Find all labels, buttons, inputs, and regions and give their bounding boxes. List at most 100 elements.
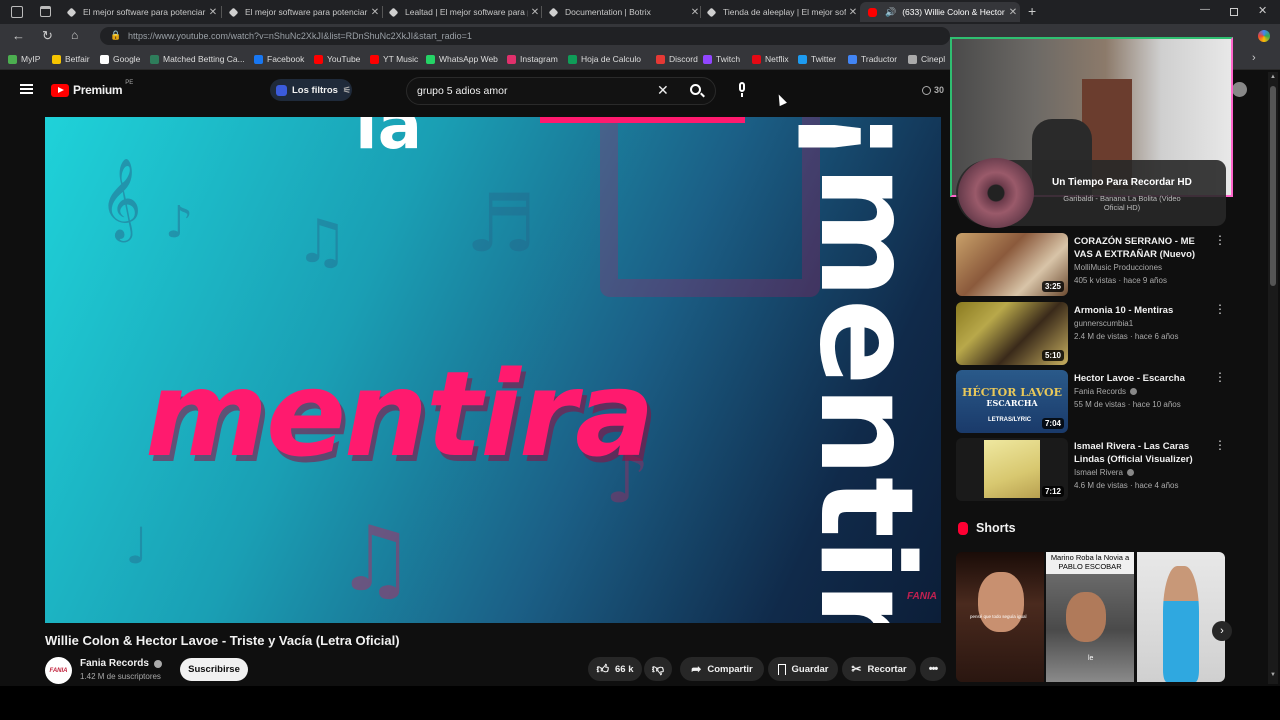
shorts-next-button[interactable]: › xyxy=(1212,621,1232,641)
extension-icon[interactable] xyxy=(1258,30,1270,42)
bookmark-label: Betfair xyxy=(65,54,90,64)
close-tab-icon[interactable]: ✕ xyxy=(206,7,220,18)
browser-tab[interactable]: Documentation | Botrix ✕ xyxy=(542,2,702,22)
browser-tab[interactable]: Lealtad | El mejor software para p ✕ xyxy=(382,2,542,22)
voice-search-icon[interactable] xyxy=(736,82,747,98)
bookmark-item[interactable]: WhatsApp Web xyxy=(426,52,498,66)
like-button[interactable]: 👍︎ 66 k xyxy=(588,657,642,681)
minimize-icon[interactable]: — xyxy=(1200,4,1210,15)
new-tab-icon[interactable]: + xyxy=(1028,3,1036,19)
tab-search-icon[interactable] xyxy=(40,6,51,17)
related-meta: 55 M de vistas · hace 10 años xyxy=(1074,400,1181,409)
more-vert-icon[interactable]: ⋮ xyxy=(1214,303,1226,315)
bookmark-item[interactable]: Twitter xyxy=(798,52,836,66)
bookmark-item[interactable]: MyIP xyxy=(8,52,40,66)
close-tab-icon[interactable]: ✕ xyxy=(528,7,542,18)
bookmark-item[interactable]: Matched Betting Ca... xyxy=(150,52,245,66)
menu-icon[interactable] xyxy=(20,84,33,94)
music-note-icon: ♪ xyxy=(165,197,194,248)
pink-frame-shape xyxy=(600,117,820,297)
bookmark-item[interactable]: Betfair xyxy=(52,52,90,66)
share-button[interactable]: ➦ Compartir xyxy=(680,657,764,681)
close-tab-icon[interactable]: ✕ xyxy=(1006,7,1020,18)
bookmark-item[interactable]: Cinepl xyxy=(908,52,945,66)
bottom-bar xyxy=(0,686,1280,720)
bookmark-item[interactable]: Traductor xyxy=(848,52,897,66)
workspaces-icon[interactable] xyxy=(11,6,23,18)
restore-icon[interactable] xyxy=(1230,8,1238,16)
subscribe-button[interactable]: Suscribirse xyxy=(180,658,248,681)
video-thumbnail[interactable]: 5:10 xyxy=(956,302,1068,365)
bookmark-label: Cinepl xyxy=(921,54,946,64)
tab-favicon-icon xyxy=(548,7,559,17)
search-box[interactable]: ✕ xyxy=(406,77,716,105)
related-video[interactable]: HÉCTOR LAVOE ESCARCHA LETRAS/LYRIC 7:04 … xyxy=(956,370,1226,434)
browser-tab[interactable]: El mejor software para potenciar ✕ xyxy=(222,2,382,22)
short-card[interactable] xyxy=(1137,552,1225,682)
tab-label: (633) Willie Colon & Hector xyxy=(902,7,1005,17)
short-card[interactable]: Marino Roba la Novia a PABLO ESCOBAR le xyxy=(1046,552,1134,682)
bookmarks-overflow-icon[interactable]: › xyxy=(1252,52,1256,64)
site-info-icon[interactable]: 🔒 xyxy=(110,30,121,41)
bookmark-item[interactable]: Twitch xyxy=(703,52,740,66)
account-avatar[interactable] xyxy=(1232,82,1247,97)
bookmark-favicon-icon xyxy=(752,54,761,64)
close-tab-icon[interactable]: ✕ xyxy=(846,7,860,18)
video-player[interactable]: 𝄞 ♪ ♫ ♬ ♩ ♫ ♪ la mentira ¡mentira! FANIA xyxy=(45,117,941,623)
filters-chip[interactable]: Los filtros ⚟ xyxy=(270,79,352,101)
more-vert-icon[interactable]: ⋮ xyxy=(1214,439,1226,451)
dislike-button[interactable]: 👎︎ xyxy=(644,657,672,681)
close-tab-icon[interactable]: ✕ xyxy=(368,7,382,18)
more-vert-icon[interactable]: ⋮ xyxy=(1214,371,1226,383)
bookmark-item[interactable]: Hoja de Calculo xyxy=(568,52,641,66)
bookmark-favicon-icon xyxy=(314,54,323,64)
save-label: Guardar xyxy=(791,663,829,675)
related-channel-text: Fania Records xyxy=(1074,387,1127,396)
video-thumbnail[interactable]: HÉCTOR LAVOE ESCARCHA LETRAS/LYRIC 7:04 xyxy=(956,370,1068,433)
youtube-logo[interactable]: Premium PE xyxy=(51,80,133,97)
bookmark-label: Twitter xyxy=(811,54,837,64)
related-video[interactable]: 7:12 Ismael Rivera - Las Caras Lindas (O… xyxy=(956,438,1226,502)
address-bar[interactable]: 🔒 https://www.youtube.com/watch?v=nShuNc… xyxy=(100,27,950,45)
channel-avatar[interactable]: FANIA xyxy=(45,657,72,684)
browser-tab[interactable]: El mejor software para potenciar ✕ xyxy=(60,2,220,22)
speaker-icon[interactable]: 🔊 xyxy=(885,7,896,18)
search-icon[interactable] xyxy=(690,84,705,98)
bookmark-item[interactable]: YouTube xyxy=(314,52,360,66)
scrollbar-thumb[interactable] xyxy=(1270,86,1276,286)
now-playing-widget[interactable]: Un Tiempo Para Recordar HD Garibaldi - B… xyxy=(956,158,1226,228)
bookmark-item[interactable]: Discord xyxy=(656,52,698,66)
fania-watermark: FANIA xyxy=(907,591,937,602)
browser-tab[interactable]: Tienda de aleeplay | El mejor soft ✕ xyxy=(700,2,860,22)
video-thumbnail[interactable]: 7:12 xyxy=(956,438,1068,501)
related-video[interactable]: 3:25 CORAZÓN SERRANO - ME VAS A EXTRAÑAR… xyxy=(956,233,1226,297)
bookmark-item[interactable]: Netflix xyxy=(752,52,789,66)
search-input[interactable] xyxy=(417,82,647,100)
bookmark-item[interactable]: YT Music xyxy=(370,52,418,66)
more-actions-button[interactable]: ••• xyxy=(920,657,946,681)
browser-tab-active[interactable]: 🔊 (633) Willie Colon & Hector ✕ xyxy=(860,2,1020,22)
related-channel: Ismael Rivera xyxy=(1074,468,1134,477)
reload-icon[interactable]: ↻ xyxy=(42,28,53,44)
duration-badge: 3:25 xyxy=(1041,281,1064,292)
more-vert-icon[interactable]: ⋮ xyxy=(1214,234,1226,246)
home-icon[interactable]: ⌂ xyxy=(71,28,78,42)
video-thumbnail[interactable]: 3:25 xyxy=(956,233,1068,296)
channel-name[interactable]: Fania Records xyxy=(80,658,162,669)
back-icon[interactable]: ← xyxy=(12,28,25,43)
bookmark-item[interactable]: Instagram xyxy=(507,52,558,66)
sliders-icon: ⚟ xyxy=(342,84,351,95)
page-scrollbar[interactable]: ▲ ▼ xyxy=(1268,72,1278,684)
scroll-up-icon[interactable]: ▲ xyxy=(1270,74,1276,80)
duration-badge: 5:10 xyxy=(1041,350,1064,361)
related-video[interactable]: 5:10 Armonia 10 - Mentiras gunnerscumbia… xyxy=(956,302,1226,366)
clip-button[interactable]: ✂ Recortar xyxy=(842,657,916,681)
short-card[interactable]: pensé que todo seguía igual xyxy=(956,552,1044,682)
scroll-down-icon[interactable]: ▼ xyxy=(1270,672,1276,678)
close-window-icon[interactable]: ✕ xyxy=(1258,4,1267,17)
bookmark-item[interactable]: Facebook xyxy=(254,52,304,66)
bookmark-item[interactable]: Google xyxy=(100,52,140,66)
save-button[interactable]: Guardar xyxy=(768,657,838,681)
bookmark-label: Traductor xyxy=(861,54,898,64)
clear-search-icon[interactable]: ✕ xyxy=(657,82,669,99)
